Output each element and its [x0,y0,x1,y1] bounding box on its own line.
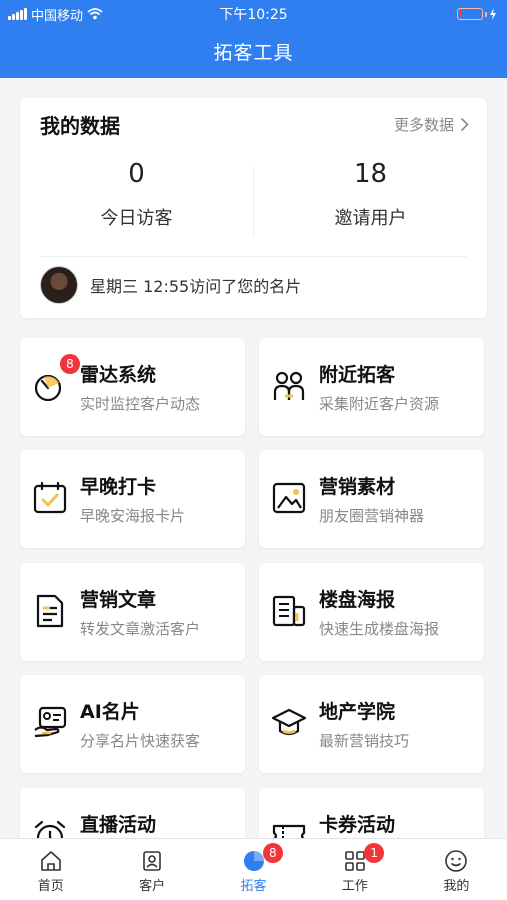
tool-real-estate-academy[interactable]: 地产学院 最新营销技巧 [259,675,484,773]
tab-home[interactable]: 首页 [0,839,101,900]
stat-label: 今日访客 [100,208,173,229]
main-content: 我的数据 更多数据 0 今日访客 18 邀请用户 星期三 12:55访问了您的名… [0,78,507,838]
tool-marketing-material[interactable]: 营销素材 朋友圈营销神器 [259,450,484,548]
home-icon [40,851,61,871]
signal-icon [8,8,27,20]
tab-work[interactable]: 1 工作 [304,839,405,900]
tool-ai-business-card[interactable]: AI名片 分享名片快速获客 [20,675,245,773]
tool-title: 营销素材 [319,476,396,498]
tool-title: 雷达系统 [80,364,157,386]
tool-title: 营销文章 [80,589,157,611]
stat-value: 0 [128,159,145,189]
tool-title: 早晚打卡 [80,476,157,498]
visit-text: 星期三 12:55访问了您的名片 [90,277,302,296]
tool-subtitle: 实时监控客户动态 [80,395,201,413]
divider [40,256,467,257]
tool-subtitle: 分享名片快速获客 [80,732,201,750]
tool-nearby-leads[interactable]: 附近拓客 采集附近客户资源 [259,338,484,436]
tab-label: 拓客 [240,879,267,894]
tab-label: 工作 [341,879,368,894]
battery-icon [457,8,497,20]
tab-lead-gen[interactable]: 8 拓客 [203,839,304,900]
status-bar: 中国移动 下午10:25 [0,0,507,28]
chevron-right-icon [460,117,469,132]
tab-label: 我的 [443,879,470,894]
tool-title: AI名片 [80,701,140,723]
stat-invited-users[interactable]: 18 邀请用户 [254,156,487,238]
tab-label: 首页 [37,879,64,894]
notification-badge: 8 [60,354,80,374]
tool-title: 附近拓客 [319,364,396,386]
building-poster-icon [272,595,306,627]
tool-title: 楼盘海报 [319,589,396,611]
tab-customers[interactable]: 客户 [101,839,202,900]
tool-title: 直播活动 [80,814,157,836]
tool-property-poster[interactable]: 楼盘海报 快速生成楼盘海报 [259,563,484,661]
more-data-link[interactable]: 更多数据 [394,114,469,135]
smile-icon [445,850,468,872]
notification-badge: 1 [364,843,385,863]
bottom-tab-bar: 首页 客户 8 拓客 1 工作 我的 [0,838,507,900]
tool-title: 卡券活动 [319,814,396,836]
radar-icon [34,374,62,402]
tool-title: 地产学院 [319,701,396,723]
tool-subtitle: 转发文章激活客户 [80,620,201,638]
avatar [40,266,78,304]
stat-value: 18 [353,159,388,189]
coupon-icon [272,824,306,838]
top-bar: 中国移动 下午10:25 拓客工具 [0,0,507,78]
tool-live-activity[interactable]: 直播活动 [20,788,245,838]
tool-subtitle: 早晚安海报卡片 [80,507,186,525]
stat-label: 邀请用户 [334,208,407,229]
contact-icon [143,851,161,871]
tool-subtitle: 朋友圈营销神器 [319,507,425,525]
alarm-clock-icon [34,820,66,838]
pie-icon [243,851,264,871]
document-icon [36,594,64,628]
page-title: 拓客工具 [213,42,294,64]
tool-subtitle: 最新营销技巧 [319,732,410,750]
notification-badge: 8 [262,843,283,863]
tab-mine[interactable]: 我的 [406,839,507,900]
recent-visit-row[interactable]: 星期三 12:55访问了您的名片 [40,266,301,304]
tool-subtitle: 快速生成楼盘海报 [319,620,440,638]
stat-today-visitors[interactable]: 0 今日访客 [20,156,253,238]
wifi-icon [87,8,103,20]
calendar-check-icon [33,481,67,514]
tool-subtitle: 采集附近客户资源 [319,395,440,413]
card-hand-icon [34,706,67,738]
graduation-cap-icon [271,708,307,736]
tool-radar-system[interactable]: 8 雷达系统 实时监控客户动态 [20,338,245,436]
tool-marketing-articles[interactable]: 营销文章 转发文章激活客户 [20,563,245,661]
carrier-label: 中国移动 [31,8,84,24]
tab-label: 客户 [139,879,166,894]
my-data-card: 我的数据 更多数据 0 今日访客 18 邀请用户 星期三 12:55访问了您的名… [20,98,487,318]
people-icon [273,371,305,400]
tool-coupon-activity[interactable]: 卡券活动 [259,788,484,838]
tool-daily-checkin[interactable]: 早晚打卡 早晚安海报卡片 [20,450,245,548]
data-card-title: 我的数据 [40,114,120,138]
image-icon [272,482,306,514]
